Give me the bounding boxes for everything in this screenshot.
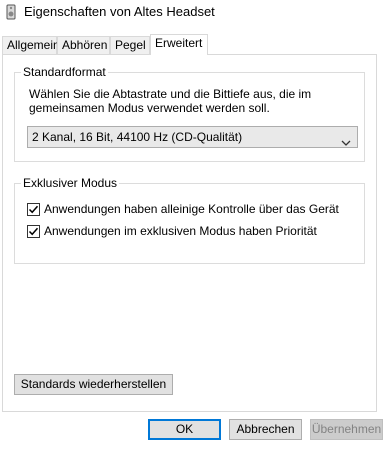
exclusive-control-label: Anwendungen haben alleinige Kontrolle üb… [44,202,339,216]
exclusive-mode-group: Exklusiver Modus Anwendungen haben allei… [14,176,365,264]
exclusive-priority-option[interactable]: Anwendungen im exklusiven Modus haben Pr… [27,224,357,241]
tab-strip: Allgemein Abhören Pegel Erweitert [0,34,387,55]
tab-abhoeren[interactable]: Abhören [57,36,110,55]
standardformat-description-line1: Wählen Sie die Abtastrate und die Bittie… [29,87,312,101]
format-dropdown-value: 2 Kanal, 16 Bit, 44100 Hz (CD-Qualität) [32,130,243,144]
tab-erweitert[interactable]: Erweitert [150,34,208,55]
exclusive-control-checkbox[interactable] [27,203,40,216]
exclusive-control-option[interactable]: Anwendungen haben alleinige Kontrolle üb… [27,202,357,219]
tab-panel: Standardformat Wählen Sie die Abtastrate… [2,54,377,412]
ok-button[interactable]: OK [148,419,221,440]
standardformat-description-line2: gemeinsamen Modus verwendet werden soll. [29,101,270,115]
cancel-button[interactable]: Abbrechen [229,419,302,440]
speaker-icon [4,4,18,20]
exclusive-mode-title: Exklusiver Modus [21,176,120,190]
window-title: Eigenschaften von Altes Headset [24,4,215,19]
exclusive-priority-checkbox[interactable] [27,225,40,238]
format-dropdown[interactable]: 2 Kanal, 16 Bit, 44100 Hz (CD-Qualität) [27,126,358,148]
title-bar: Eigenschaften von Altes Headset [0,0,387,26]
standardformat-title: Standardformat [21,65,108,79]
chevron-down-icon [341,133,351,146]
checkmark-icon [28,205,39,214]
tab-pegel[interactable]: Pegel [110,36,150,55]
apply-button[interactable]: Übernehmen [310,419,383,440]
checkmark-icon [28,227,39,236]
restore-defaults-button[interactable]: Standards wiederherstellen [14,374,173,395]
standardformat-group: Standardformat Wählen Sie die Abtastrate… [14,65,365,162]
tab-allgemein[interactable]: Allgemein [2,36,60,55]
exclusive-priority-label: Anwendungen im exklusiven Modus haben Pr… [44,224,317,238]
